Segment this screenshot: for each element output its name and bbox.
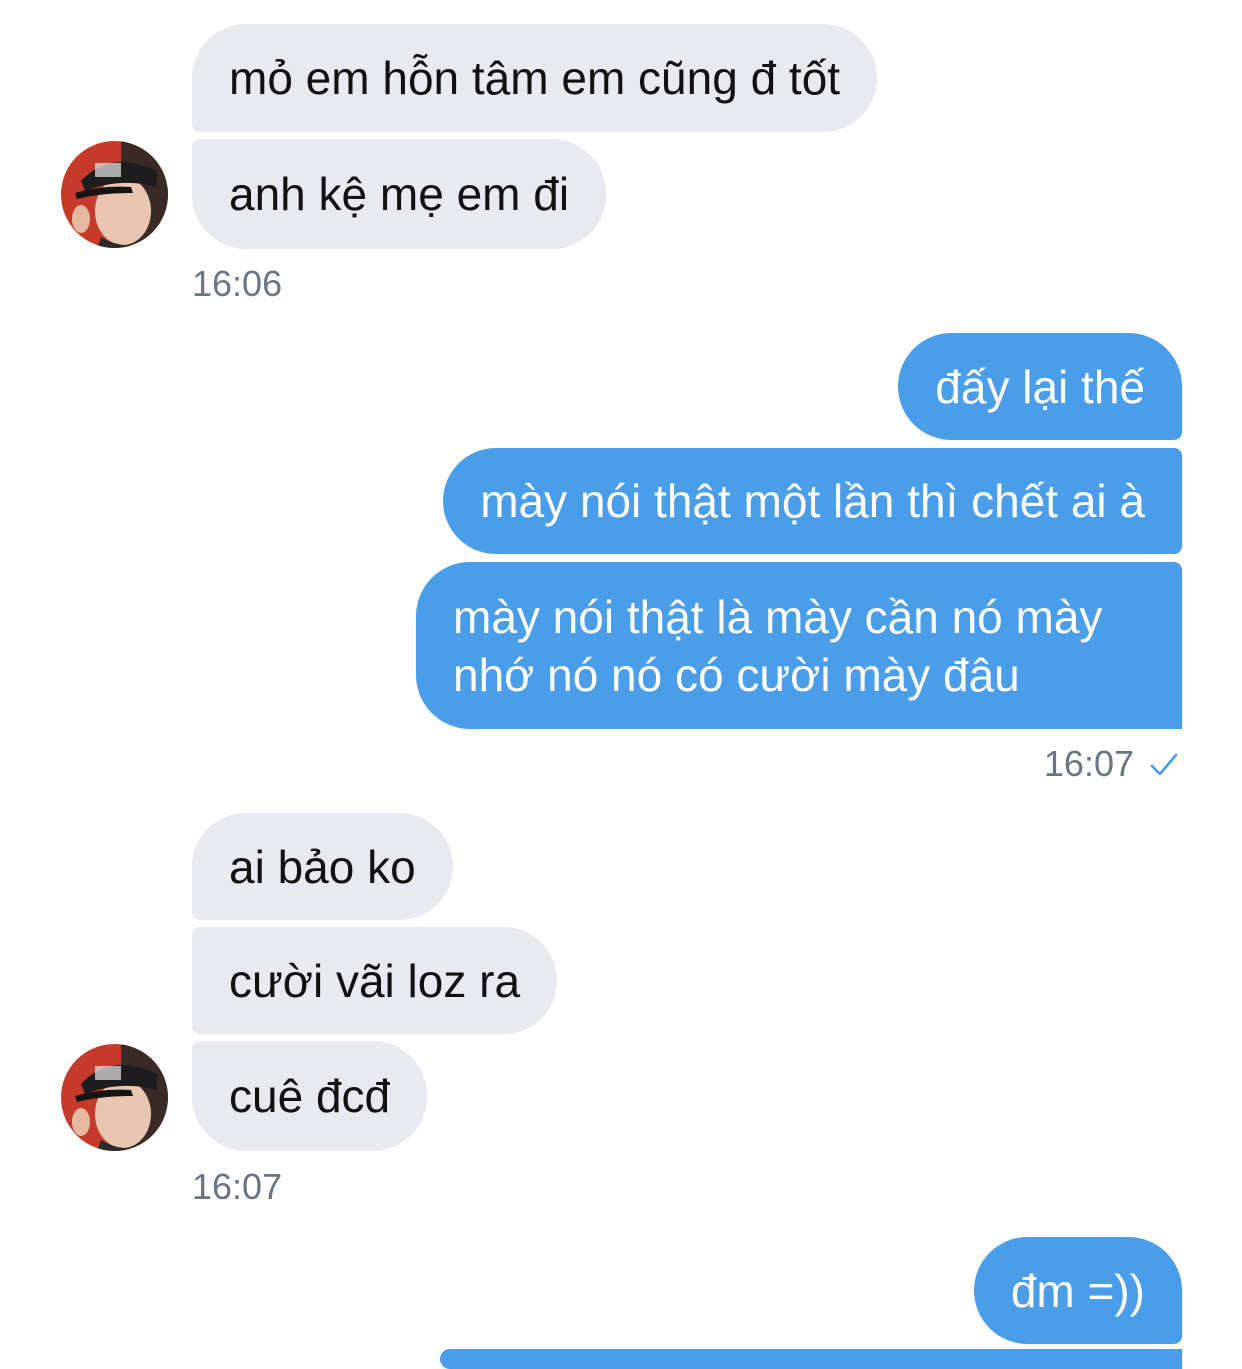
incoming-message[interactable]: mỏ em hỗn tâm em cũng đ tốt bbox=[192, 24, 878, 132]
outgoing-message[interactable]: mày nói thật một lần thì chết ai à bbox=[443, 448, 1182, 554]
message-text: ai bảo ko bbox=[229, 840, 416, 893]
avatar-image bbox=[61, 1044, 168, 1151]
outgoing-message[interactable]: mày nói thật là mày cần nó mày nhớ nó nó… bbox=[416, 562, 1182, 729]
message-text: đấy lại thế bbox=[935, 360, 1145, 413]
message-text: đm =)) bbox=[1010, 1264, 1145, 1317]
incoming-message[interactable]: anh kệ mẹ em đi bbox=[192, 139, 607, 249]
incoming-message[interactable]: cười vãi loz ra bbox=[192, 927, 558, 1034]
contact-avatar[interactable] bbox=[61, 1044, 168, 1151]
message-text: mỏ em hỗn tâm em cũng đ tốt bbox=[229, 52, 841, 104]
timestamp: 16:07 bbox=[1043, 743, 1134, 784]
contact-avatar[interactable] bbox=[61, 141, 168, 248]
message-text-line: nhớ nó nó có cười mày đâu bbox=[453, 648, 1020, 701]
message-text: anh kệ mẹ em đi bbox=[229, 168, 570, 220]
message-text: cuê đcđ bbox=[229, 1070, 391, 1122]
message-text-line: mày nói thật là mày cần nó mày bbox=[453, 590, 1103, 643]
avatar-image bbox=[61, 141, 168, 248]
message-text: cười vãi loz ra bbox=[229, 954, 521, 1007]
incoming-message[interactable]: cuê đcđ bbox=[192, 1041, 428, 1151]
incoming-message[interactable]: ai bảo ko bbox=[192, 813, 453, 920]
read-check-icon bbox=[1150, 753, 1178, 776]
timestamp: 16:07 bbox=[192, 1166, 283, 1207]
message-text: mày nói thật một lần thì chết ai à bbox=[480, 475, 1145, 527]
outgoing-message[interactable]: đm =)) bbox=[973, 1237, 1182, 1344]
outgoing-message-partial[interactable] bbox=[440, 1349, 1182, 1369]
outgoing-message[interactable]: đấy lại thế bbox=[898, 333, 1182, 440]
timestamp: 16:06 bbox=[192, 263, 283, 304]
